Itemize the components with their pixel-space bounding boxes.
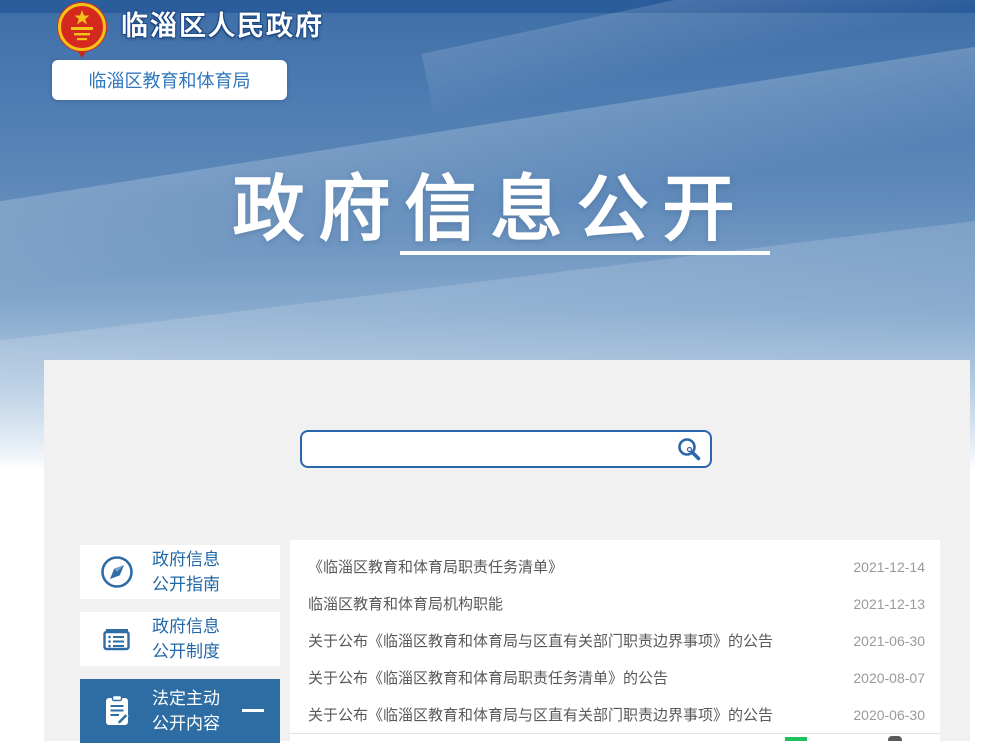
sidebar-item-label: 政府信息 公开指南 bbox=[152, 547, 220, 597]
document-list: 《临淄区教育和体育局职责任务清单》 2021-12-14 临淄区教育和体育局机构… bbox=[290, 540, 940, 741]
compass-icon bbox=[98, 553, 136, 591]
document-date: 2021-12-13 bbox=[853, 596, 925, 612]
document-date: 2021-12-14 bbox=[853, 559, 925, 575]
list-item[interactable]: 《临淄区教育和体育局职责任务清单》 2021-12-14 bbox=[290, 548, 940, 585]
list-item[interactable]: 关于公布《临淄区教育和体育局与区直有关部门职责边界事项》的公告 2021-06-… bbox=[290, 622, 940, 659]
document-title[interactable]: 关于公布《临淄区教育和体育局与区直有关部门职责边界事项》的公告 bbox=[308, 630, 773, 651]
document-date: 2020-08-07 bbox=[853, 670, 925, 686]
sidebar: 政府信息 公开指南 政府信息 公开制度 法定主动 bbox=[80, 545, 280, 756]
sidebar-item-label: 政府信息 公开制度 bbox=[152, 614, 220, 664]
list-item[interactable]: 临淄区教育和体育局机构职能 2021-12-13 bbox=[290, 585, 940, 622]
search-button[interactable] bbox=[668, 432, 710, 466]
document-date: 2020-06-30 bbox=[853, 707, 925, 723]
document-rows: 《临淄区教育和体育局职责任务清单》 2021-12-14 临淄区教育和体育局机构… bbox=[290, 548, 940, 734]
sidebar-item-guide[interactable]: 政府信息 公开指南 bbox=[80, 545, 280, 599]
document-title[interactable]: 关于公布《临淄区教育和体育局与区直有关部门职责边界事项》的公告 bbox=[308, 704, 773, 725]
page-title: 政府信息公开 bbox=[0, 150, 981, 255]
title-underline bbox=[400, 251, 770, 255]
department-button[interactable]: 临淄区教育和体育局 bbox=[52, 60, 287, 100]
sidebar-item-system[interactable]: 政府信息 公开制度 bbox=[80, 612, 280, 666]
site-title: 临淄区人民政府 bbox=[121, 4, 324, 43]
partial-cutoff-icon bbox=[785, 737, 807, 741]
clipboard-pencil-icon bbox=[98, 692, 136, 730]
search-box bbox=[300, 430, 712, 468]
document-date: 2021-06-30 bbox=[853, 633, 925, 649]
search-icon bbox=[676, 436, 702, 462]
search-input[interactable] bbox=[302, 432, 668, 466]
site-brand[interactable]: 临淄区人民政府 bbox=[55, 0, 324, 58]
list-item[interactable]: 关于公布《临淄区教育和体育局与区直有关部门职责边界事项》的公告 2020-06-… bbox=[290, 696, 940, 733]
department-label: 临淄区教育和体育局 bbox=[89, 67, 251, 93]
banner-streak bbox=[421, 0, 975, 122]
document-title[interactable]: 临淄区教育和体育局机构职能 bbox=[308, 593, 503, 614]
list-item[interactable]: 关于公布《临淄区教育和体育局职责任务清单》的公告 2020-08-07 bbox=[290, 659, 940, 696]
document-title[interactable]: 《临淄区教育和体育局职责任务清单》 bbox=[308, 556, 563, 577]
national-emblem-icon bbox=[55, 0, 109, 58]
collapse-minus-icon[interactable] bbox=[242, 709, 264, 712]
document-title[interactable]: 关于公布《临淄区教育和体育局职责任务清单》的公告 bbox=[308, 667, 668, 688]
document-icon bbox=[98, 620, 136, 658]
sidebar-item-proactive-disclosure[interactable]: 法定主动 公开内容 bbox=[80, 679, 280, 743]
partial-cutoff-icon bbox=[888, 736, 902, 741]
sidebar-item-label: 法定主动 公开内容 bbox=[152, 686, 220, 736]
